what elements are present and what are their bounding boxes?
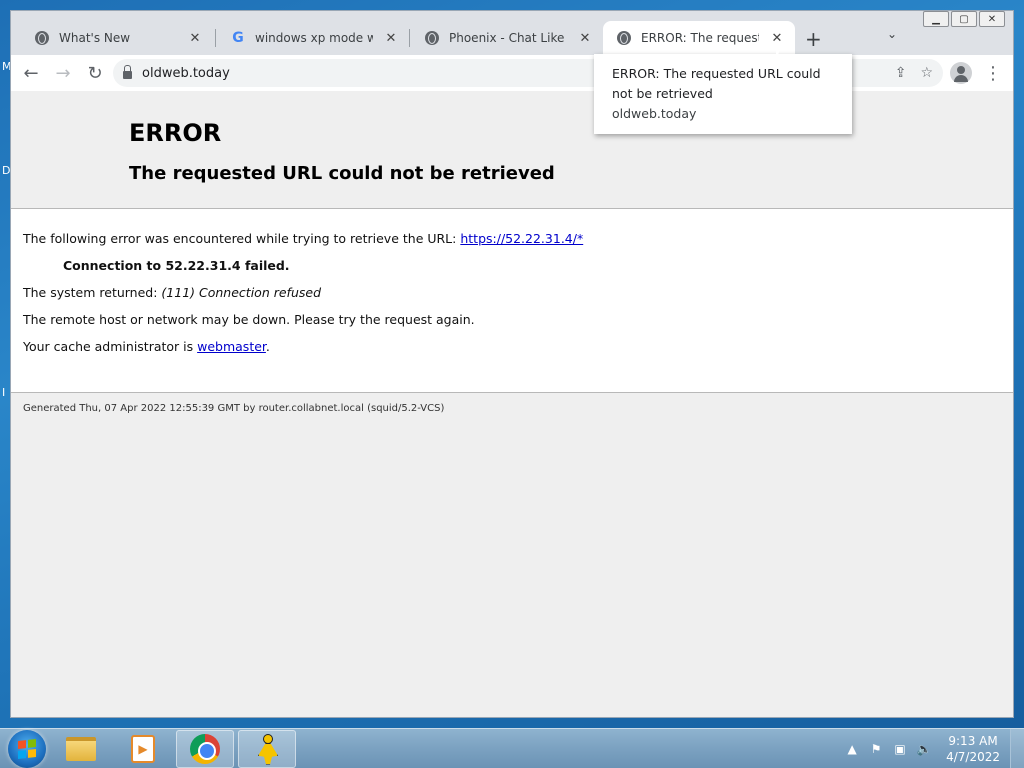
tab-strip: ▁ ▢ ✕ What's New ✕ G windows xp mode win… — [11, 11, 1013, 55]
system-tray: ▲ ⚑ ▣ 🔈 9:13 AM 4/7/2022 — [844, 733, 1010, 765]
media-player-taskbar-button[interactable]: ▶ — [114, 730, 172, 768]
tab-google-search[interactable]: G windows xp mode windo ✕ — [217, 21, 409, 55]
remote-host-message: The remote host or network may be down. … — [23, 312, 475, 327]
tab-error-active[interactable]: ERROR: The requested U ✕ — [603, 21, 795, 55]
error-url-link[interactable]: https://52.22.31.4/* — [460, 231, 583, 246]
mouse-cursor-icon — [776, 42, 790, 60]
clock[interactable]: 9:13 AM 4/7/2022 — [946, 733, 1000, 765]
google-icon: G — [232, 30, 244, 46]
windows-flag-icon — [18, 738, 36, 759]
generated-footer: Generated Thu, 07 Apr 2022 12:55:39 GMT … — [23, 403, 445, 414]
show-desktop-button[interactable] — [1010, 728, 1024, 768]
webmaster-link[interactable]: webmaster — [197, 339, 266, 354]
tab-title: ERROR: The requested U — [641, 31, 759, 45]
address-text[interactable]: oldweb.today — [142, 66, 230, 81]
new-tab-button[interactable]: + — [805, 27, 822, 51]
reload-button[interactable]: ↻ — [81, 59, 109, 87]
bookmark-star-icon[interactable]: ☆ — [920, 65, 933, 81]
avatar-icon — [950, 62, 972, 84]
system-returned-detail: (111) Connection refused — [161, 285, 321, 300]
chrome-taskbar-button[interactable] — [176, 729, 234, 768]
volume-icon[interactable]: 🔈 — [916, 742, 932, 756]
action-center-flag-icon[interactable]: ⚑ — [868, 742, 884, 756]
page-content: ERROR The requested URL could not be ret… — [11, 91, 1013, 717]
tab-phoenix[interactable]: Phoenix - Chat Like It's 1 ✕ — [411, 21, 603, 55]
taskbar: ▶ ▲ ⚑ ▣ 🔈 9:13 AM 4/7/2022 — [0, 728, 1024, 768]
system-returned-line: The system returned: (111) Connection re… — [23, 285, 321, 300]
tooltip-title: ERROR: The requested URL could not be re… — [612, 66, 821, 101]
profile-button[interactable] — [947, 59, 975, 87]
close-icon[interactable]: ✕ — [187, 31, 203, 46]
tab-whats-new[interactable]: What's New ✕ — [21, 21, 213, 55]
start-button[interactable] — [8, 729, 46, 768]
clock-time: 9:13 AM — [948, 733, 998, 748]
page-subtitle: The requested URL could not be retrieved — [129, 163, 555, 184]
close-window-button[interactable]: ✕ — [979, 11, 1005, 27]
tab-title: windows xp mode windo — [255, 31, 373, 45]
share-icon[interactable]: ⇪ — [895, 65, 907, 81]
forward-button[interactable]: → — [49, 59, 77, 87]
folder-icon — [66, 736, 96, 761]
clock-date: 4/7/2022 — [946, 749, 1000, 764]
connection-failed-text: Connection to 52.22.31.4 failed. — [63, 258, 290, 273]
media-player-icon: ▶ — [131, 734, 155, 763]
globe-icon — [425, 31, 439, 45]
tab-title: Phoenix - Chat Like It's 1 — [449, 31, 567, 45]
back-button[interactable]: ← — [17, 59, 45, 87]
tab-hover-tooltip: ERROR: The requested URL could not be re… — [594, 54, 852, 134]
close-icon[interactable]: ✕ — [577, 31, 593, 46]
tab-search-chevron-icon[interactable]: ⌄ — [887, 27, 897, 41]
page-title: ERROR — [129, 119, 222, 147]
error-url-line: The following error was encountered whil… — [23, 231, 584, 246]
window-controls: ▁ ▢ ✕ — [923, 11, 1005, 27]
menu-kebab-icon[interactable]: ⋮ — [979, 59, 1007, 87]
tooltip-url: oldweb.today — [612, 106, 697, 121]
aim-running-man-icon — [255, 733, 279, 764]
error-body: The following error was encountered whil… — [11, 209, 1013, 393]
show-hidden-icons-arrow-icon[interactable]: ▲ — [844, 742, 860, 756]
network-icon[interactable]: ▣ — [892, 742, 908, 756]
error-header: ERROR The requested URL could not be ret… — [11, 91, 1013, 209]
chrome-icon — [35, 31, 49, 45]
tab-title: What's New — [59, 31, 131, 45]
chrome-icon — [190, 733, 220, 764]
explorer-taskbar-button[interactable] — [52, 730, 110, 768]
close-icon[interactable]: ✕ — [383, 31, 399, 46]
toolbar: ← → ↻ oldweb.today ⇪ ☆ ⋮ — [11, 55, 1013, 91]
minimize-button[interactable]: ▁ — [923, 11, 949, 27]
maximize-button[interactable]: ▢ — [951, 11, 977, 27]
aim-taskbar-button[interactable] — [238, 729, 296, 768]
cache-admin-line: Your cache administrator is webmaster. — [23, 339, 270, 354]
browser-window: ▁ ▢ ✕ What's New ✕ G windows xp mode win… — [10, 10, 1014, 718]
globe-icon — [617, 31, 631, 45]
lock-icon[interactable] — [123, 65, 132, 79]
desktop-icon-label: I — [2, 386, 6, 399]
